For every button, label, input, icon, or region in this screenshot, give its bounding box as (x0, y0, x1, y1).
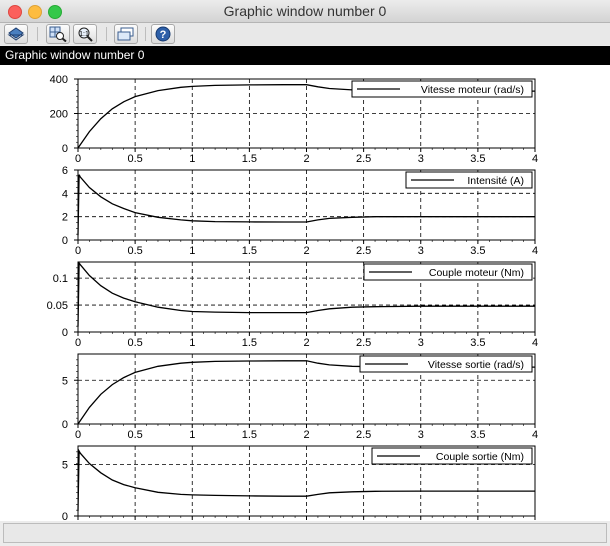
y-tick-label: 0 (62, 419, 68, 431)
datatip-icon (117, 27, 134, 41)
y-tick-label: 4 (62, 188, 68, 200)
chart-panel-3: 0 0.5 1 1.5 2 2.5 3 3.5 4 0 0.05 0.1 Couple moteur (… (47, 261, 538, 349)
status-bar (3, 523, 607, 543)
svg-text:1:1: 1:1 (79, 31, 89, 38)
x-tick-label: 4 (532, 245, 538, 257)
x-tick-label: 1.5 (242, 337, 257, 349)
x-tick-label: 2.5 (356, 245, 371, 257)
toolbar-separator (37, 27, 38, 41)
zoom-button[interactable] (46, 24, 70, 44)
x-tick-label: 0 (75, 429, 81, 441)
legend-label: Vitesse sortie (rad/s) (428, 359, 524, 371)
y-tick-label: 400 (50, 74, 68, 86)
x-tick-label: 4 (532, 337, 538, 349)
x-tick-label: 0.5 (127, 245, 142, 257)
x-tick-label: 3.5 (470, 429, 485, 441)
y-tick-label: 2 (62, 212, 68, 224)
x-tick-label: 4 (532, 429, 538, 441)
window-title: Graphic window number 0 (223, 3, 387, 19)
x-tick-label: 2 (303, 337, 309, 349)
x-tick-label: 1.5 (242, 429, 257, 441)
y-tick-label: 0 (62, 235, 68, 247)
x-tick-label: 0 (75, 153, 81, 165)
x-tick-label: 1 (189, 153, 195, 165)
legend-label: Couple moteur (Nm) (429, 267, 524, 279)
title-bar: Graphic window number 0 (0, 0, 610, 23)
y-tick-label: 5 (62, 460, 68, 472)
toolbar: 1:1 ? (0, 23, 610, 45)
help-icon: ? (155, 26, 171, 42)
zoom-icon (49, 26, 67, 42)
x-tick-label: 3 (418, 245, 424, 257)
x-tick-label: 3 (418, 429, 424, 441)
x-tick-label: 1 (189, 245, 195, 257)
legend-label: Couple sortie (Nm) (436, 451, 524, 463)
toolbar-separator (145, 27, 146, 41)
charts-svg: 0 0.5 1 1.5 2 2.5 3 3.5 40200400Vitesse moteur (… (47, 74, 538, 521)
y-tick-label: 0.1 (53, 273, 68, 285)
x-tick-label: 0 (75, 245, 81, 257)
x-tick-label: 3.5 (470, 153, 485, 165)
x-tick-label: 3.5 (470, 245, 485, 257)
x-tick-label: 1 (189, 429, 195, 441)
x-tick-label: 3 (418, 337, 424, 349)
x-tick-label: 0.5 (127, 429, 142, 441)
toolbar-separator (106, 27, 107, 41)
svg-text:?: ? (160, 29, 167, 41)
y-tick-label: 0.05 (47, 300, 68, 312)
x-tick-label: 1.5 (242, 245, 257, 257)
graphic-header: Graphic window number 0 (0, 46, 610, 65)
legend-label: Vitesse moteur (rad/s) (421, 84, 524, 96)
x-tick-label: 1 (189, 337, 195, 349)
x-tick-label: 0.5 (127, 337, 142, 349)
legend-label: Intensité (A) (467, 175, 524, 187)
x-tick-label: 2 (303, 429, 309, 441)
rotate-icon (7, 27, 25, 41)
help-button[interactable]: ? (151, 24, 175, 44)
unzoom-icon: 1:1 (78, 27, 93, 42)
x-tick-label: 0.5 (127, 153, 142, 165)
y-tick-label: 6 (62, 165, 68, 177)
x-tick-label: 0 (75, 337, 81, 349)
datatip-button[interactable] (114, 24, 138, 44)
x-tick-label: 2.5 (356, 337, 371, 349)
x-tick-label: 3 (418, 153, 424, 165)
x-tick-label: 2.5 (356, 429, 371, 441)
x-tick-label: 2 (303, 245, 309, 257)
chart-panel-4: 0 0.5 1 1.5 2 2.5 3 3.5 4 0 5 Vitesse sortie (rad/s… (62, 353, 538, 441)
unzoom-button[interactable]: 1:1 (73, 24, 97, 44)
x-tick-label: 3.5 (470, 337, 485, 349)
y-tick-label: 0 (62, 511, 68, 521)
y-tick-label: 0 (62, 327, 68, 339)
y-tick-label: 5 (62, 375, 68, 387)
x-tick-label: 4 (532, 153, 538, 165)
chart-panel-2: 0 0.5 1 1.5 2 2.5 3 3.5 4 0 2 4 6 Intensité (A) (62, 165, 538, 257)
chart-panel-5: 0 5 Couple sortie (Nm) (62, 445, 536, 521)
x-tick-label: 1.5 (242, 153, 257, 165)
x-tick-label: 2 (303, 153, 309, 165)
chart-panel-1: 0 0.5 1 1.5 2 2.5 3 3.5 4 0 200 400 Vitesse moteur (… (50, 74, 538, 165)
y-tick-label: 0 (62, 143, 68, 155)
y-tick-label: 200 (50, 109, 68, 121)
rotate-button[interactable] (4, 24, 28, 44)
x-tick-label: 2.5 (356, 153, 371, 165)
